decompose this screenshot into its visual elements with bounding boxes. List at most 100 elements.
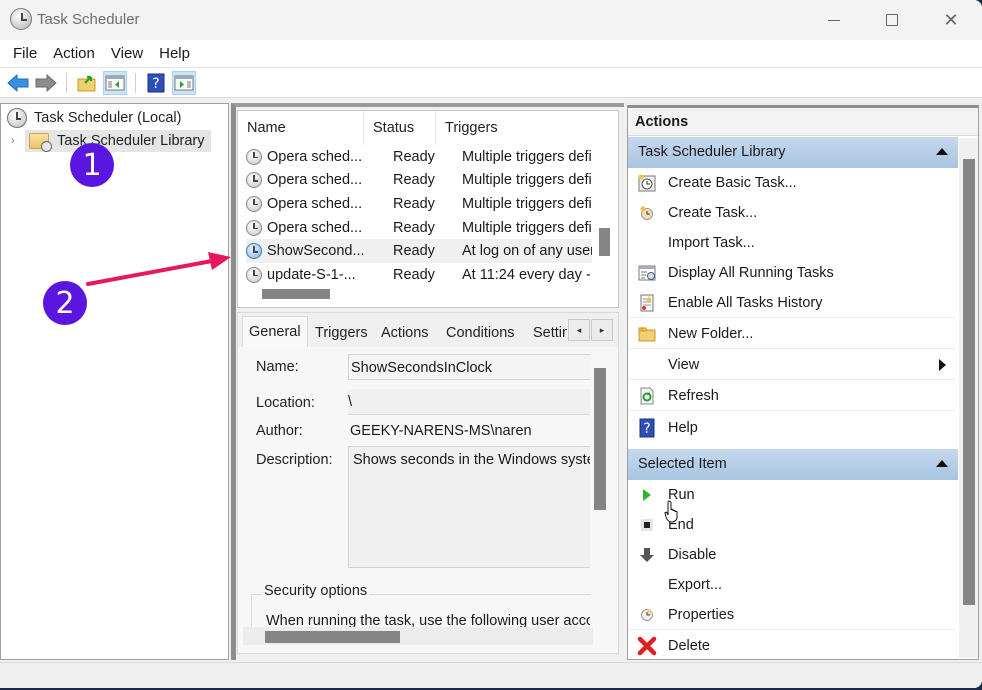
action-export[interactable]: Export... bbox=[628, 570, 956, 600]
menu-help[interactable]: Help bbox=[152, 45, 197, 62]
action-disable[interactable]: Disable bbox=[628, 540, 956, 570]
tree-item-task-scheduler-library[interactable]: › Task Scheduler Library bbox=[11, 130, 211, 152]
tab-scroll-right-button[interactable]: ▸ bbox=[591, 319, 613, 341]
action-label: Properties bbox=[668, 606, 735, 623]
tab-actions[interactable]: Actions bbox=[374, 319, 436, 347]
tree-item-task-scheduler-local[interactable]: Task Scheduler (Local) bbox=[7, 108, 182, 128]
actions-title: Actions bbox=[628, 108, 978, 136]
forward-button[interactable] bbox=[34, 71, 58, 95]
action-import-task[interactable]: Import Task... bbox=[628, 228, 956, 258]
show-hide-console-tree-button[interactable] bbox=[103, 70, 127, 95]
collapse-triangle-icon[interactable] bbox=[936, 148, 948, 155]
task-status: Ready bbox=[393, 266, 435, 283]
up-one-level-button[interactable] bbox=[75, 71, 99, 95]
console-tree: Task Scheduler (Local) › Task Scheduler … bbox=[0, 103, 229, 660]
forward-arrow-icon bbox=[35, 73, 57, 92]
task-name: update-S-1-... bbox=[267, 266, 356, 283]
properties-icon bbox=[637, 605, 657, 625]
action-help[interactable]: ? Help bbox=[628, 413, 956, 443]
task-list-horizontal-scrollbar[interactable] bbox=[262, 289, 330, 299]
task-row[interactable]: Opera sched... Ready Multiple triggers d… bbox=[246, 216, 592, 240]
end-icon bbox=[637, 515, 657, 535]
task-list-vertical-scrollbar[interactable] bbox=[599, 228, 610, 256]
tab-settings[interactable]: Settings bbox=[526, 319, 568, 347]
task-folder-icon bbox=[29, 133, 52, 152]
tab-triggers[interactable]: Triggers bbox=[308, 319, 375, 347]
action-label: Disable bbox=[668, 547, 717, 563]
action-create-task[interactable]: Create Task... bbox=[628, 198, 956, 228]
details-vertical-scrollbar[interactable] bbox=[594, 368, 606, 510]
details-horizontal-scrollbar[interactable] bbox=[265, 631, 400, 643]
action-refresh[interactable]: Refresh bbox=[628, 381, 956, 411]
action-new-folder[interactable]: New Folder... bbox=[628, 319, 956, 349]
expand-chevron-icon[interactable]: › bbox=[11, 135, 25, 147]
tab-scroll-left-button[interactable]: ◂ bbox=[568, 319, 590, 341]
section-selected-item[interactable]: Selected Item bbox=[628, 449, 958, 480]
action-delete[interactable]: Delete bbox=[628, 631, 956, 661]
create-basic-task-icon bbox=[637, 173, 657, 193]
minimize-button[interactable] bbox=[805, 0, 863, 40]
tab-conditions[interactable]: Conditions bbox=[439, 319, 522, 347]
annotation-badge-2: 2 bbox=[43, 281, 87, 325]
section-title: Selected Item bbox=[638, 456, 727, 472]
task-row[interactable]: update-S-1-... Ready At 11:24 every day … bbox=[246, 263, 592, 287]
back-button[interactable] bbox=[6, 71, 30, 95]
tasks-history-icon bbox=[637, 293, 657, 313]
maximize-button[interactable] bbox=[863, 0, 921, 40]
show-hide-action-pane-button[interactable] bbox=[172, 70, 196, 95]
collapse-triangle-icon[interactable] bbox=[936, 460, 948, 467]
task-triggers: At log on of any user bbox=[462, 243, 592, 260]
annotation-badge-1: 1 bbox=[70, 143, 114, 187]
show-hide-console-tree-icon bbox=[105, 75, 125, 90]
view-icon-blank bbox=[637, 355, 657, 375]
task-status: Ready bbox=[393, 219, 435, 236]
description-field[interactable]: Shows seconds in the Windows system tray… bbox=[348, 446, 590, 568]
task-clock-icon bbox=[246, 266, 262, 283]
svg-text:?: ? bbox=[643, 421, 650, 437]
action-display-all-running-tasks[interactable]: Display All Running Tasks bbox=[628, 258, 956, 288]
action-label: Create Task... bbox=[668, 205, 758, 221]
column-header-triggers[interactable]: Triggers bbox=[436, 111, 592, 145]
back-arrow-icon bbox=[7, 73, 29, 92]
action-properties[interactable]: Properties bbox=[628, 600, 956, 630]
name-field[interactable]: ShowSecondsInClock bbox=[348, 354, 590, 380]
action-view[interactable]: View bbox=[628, 350, 956, 380]
task-row[interactable]: Opera sched... Ready Multiple triggers d… bbox=[246, 192, 592, 216]
actions-vertical-scrollbar[interactable] bbox=[963, 159, 975, 605]
task-clock-icon bbox=[246, 243, 262, 260]
menu-bar: File Action View Help bbox=[0, 40, 982, 68]
tab-general[interactable]: General bbox=[242, 316, 308, 347]
action-create-basic-task[interactable]: Create Basic Task... bbox=[628, 168, 956, 198]
delete-icon bbox=[637, 636, 657, 656]
menu-view[interactable]: View bbox=[104, 45, 150, 62]
task-triggers: Multiple triggers defined bbox=[462, 195, 592, 212]
svg-text:?: ? bbox=[152, 76, 159, 92]
show-hide-action-pane-icon bbox=[174, 75, 194, 90]
task-list-header: Name Status Triggers bbox=[238, 111, 592, 145]
menu-action[interactable]: Action bbox=[46, 45, 102, 62]
task-row-selected[interactable]: ShowSecond... Ready At log on of any use… bbox=[246, 239, 592, 263]
task-row[interactable]: Opera sched... Ready Multiple triggers d… bbox=[246, 169, 592, 193]
task-name: ShowSecond... bbox=[267, 243, 365, 260]
column-header-name[interactable]: Name bbox=[238, 111, 364, 145]
task-name: Opera sched... bbox=[267, 172, 363, 189]
location-field[interactable]: \ bbox=[348, 389, 590, 415]
location-label: Location: bbox=[256, 395, 315, 411]
column-header-status[interactable]: Status bbox=[364, 111, 436, 145]
details-tabs: General Triggers Actions Conditions Sett… bbox=[238, 313, 618, 347]
task-clock-icon bbox=[246, 148, 262, 165]
menu-file[interactable]: File bbox=[6, 45, 44, 62]
help-button[interactable]: ? bbox=[144, 71, 168, 95]
title-bar: Task Scheduler ✕ bbox=[0, 0, 982, 40]
import-task-icon-blank bbox=[637, 233, 657, 253]
action-label: New Folder... bbox=[668, 325, 754, 342]
task-row[interactable]: Opera sched... Ready Multiple triggers d… bbox=[246, 145, 592, 169]
section-task-scheduler-library[interactable]: Task Scheduler Library bbox=[628, 137, 958, 168]
run-icon bbox=[637, 485, 657, 505]
tree-item-selected[interactable]: Task Scheduler Library bbox=[25, 130, 211, 152]
action-enable-all-tasks-history[interactable]: Enable All Tasks History bbox=[628, 288, 956, 318]
task-details-panel: General Triggers Actions Conditions Sett… bbox=[237, 312, 619, 654]
help-icon: ? bbox=[637, 418, 657, 438]
action-label: Create Basic Task... bbox=[668, 175, 797, 191]
close-button[interactable]: ✕ bbox=[922, 0, 980, 40]
